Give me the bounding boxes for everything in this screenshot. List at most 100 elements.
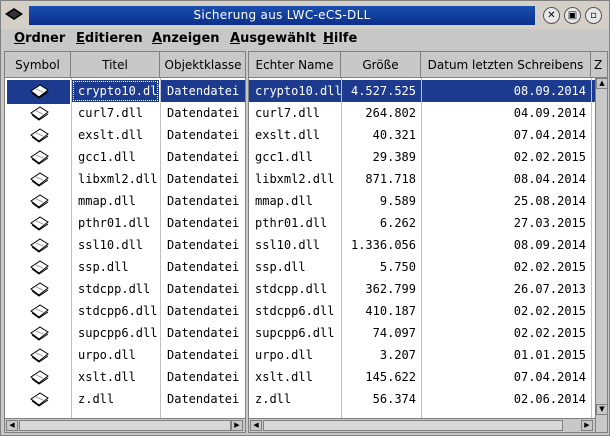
title-bar[interactable]: Sicherung aus LWC-eCS-DLL ✕ ▣ ▫ bbox=[1, 1, 609, 30]
menu-ausgewaehlt[interactable]: Ausgewählt bbox=[230, 31, 316, 46]
file-icon[interactable] bbox=[7, 300, 70, 324]
table-row[interactable]: pthr01.dll Datendatei bbox=[5, 212, 245, 234]
close-icon[interactable]: ✕ bbox=[543, 7, 560, 24]
file-title[interactable]: supcpp6.dll bbox=[72, 322, 159, 344]
table-row[interactable]: xslt.dll 145.622 07.04.2014 bbox=[249, 366, 595, 388]
file-real-name[interactable]: mmap.dll bbox=[249, 190, 341, 212]
file-title[interactable]: libxml2.dll bbox=[72, 168, 159, 190]
file-icon[interactable] bbox=[7, 234, 70, 258]
right-details-pane[interactable]: Echter Name Größe Datum letzten Schreibe… bbox=[248, 51, 608, 433]
table-row[interactable]: z.dll 56.374 02.06.2014 bbox=[249, 388, 595, 410]
file-icon[interactable] bbox=[7, 366, 70, 390]
left-details-pane[interactable]: Symbol Titel Objektklasse crypto10.dll Da… bbox=[4, 51, 246, 433]
file-title[interactable]: z.dll bbox=[72, 388, 159, 410]
table-row[interactable]: curl7.dll Datendatei bbox=[5, 102, 245, 124]
column-header-datum[interactable]: Datum letzten Schreibens bbox=[421, 52, 591, 78]
table-row[interactable]: stdcpp6.dll Datendatei bbox=[5, 300, 245, 322]
table-row[interactable]: stdcpp.dll 362.799 26.07.2013 bbox=[249, 278, 595, 300]
table-row[interactable]: ssp.dll 5.750 02.02.2015 bbox=[249, 256, 595, 278]
table-row[interactable]: pthr01.dll 6.262 27.03.2015 bbox=[249, 212, 595, 234]
file-title[interactable]: ssl10.dll bbox=[72, 234, 159, 256]
table-row[interactable]: stdcpp.dll Datendatei bbox=[5, 278, 245, 300]
file-real-name[interactable]: ssl10.dll bbox=[249, 234, 341, 256]
table-row[interactable]: urpo.dll Datendatei bbox=[5, 344, 245, 366]
file-real-name[interactable]: supcpp6.dll bbox=[249, 322, 341, 344]
file-title[interactable]: xslt.dll bbox=[72, 366, 159, 388]
file-icon[interactable] bbox=[7, 80, 70, 104]
table-row[interactable]: stdcpp6.dll 410.187 02.02.2015 bbox=[249, 300, 595, 322]
table-row[interactable]: curl7.dll 264.802 04.09.2014 bbox=[249, 102, 595, 124]
scrollbar-thumb[interactable] bbox=[263, 420, 563, 431]
column-header-z[interactable]: Z bbox=[591, 52, 607, 78]
menu-editieren[interactable]: Editieren bbox=[76, 31, 143, 46]
file-real-name[interactable]: urpo.dll bbox=[249, 344, 341, 366]
table-row[interactable]: xslt.dll Datendatei bbox=[5, 366, 245, 388]
table-row[interactable]: supcpp6.dll Datendatei bbox=[5, 322, 245, 344]
file-icon[interactable] bbox=[7, 344, 70, 368]
file-icon[interactable] bbox=[7, 146, 70, 170]
scroll-left-icon[interactable]: ◀ bbox=[6, 420, 18, 431]
file-real-name[interactable]: z.dll bbox=[249, 388, 341, 410]
scroll-right-icon[interactable]: ▶ bbox=[231, 420, 243, 431]
file-title[interactable]: mmap.dll bbox=[72, 190, 159, 212]
file-icon[interactable] bbox=[7, 388, 70, 412]
file-real-name[interactable]: stdcpp6.dll bbox=[249, 300, 341, 322]
scroll-down-icon[interactable]: ▼ bbox=[596, 404, 607, 415]
table-row[interactable]: crypto10.dll Datendatei bbox=[5, 80, 245, 104]
column-header-titel[interactable]: Titel bbox=[71, 52, 160, 78]
column-header-symbol[interactable]: Symbol bbox=[5, 52, 71, 78]
file-real-name[interactable]: curl7.dll bbox=[249, 102, 341, 124]
file-title[interactable]: stdcpp6.dll bbox=[72, 300, 159, 322]
maximize-icon[interactable]: ▣ bbox=[564, 7, 581, 24]
file-title[interactable]: urpo.dll bbox=[72, 344, 159, 366]
file-real-name[interactable]: exslt.dll bbox=[249, 124, 341, 146]
file-icon[interactable] bbox=[7, 256, 70, 280]
scroll-left-icon[interactable]: ◀ bbox=[250, 420, 262, 431]
column-header-objektklasse[interactable]: Objektklasse bbox=[160, 52, 245, 78]
table-row[interactable]: gcc1.dll Datendatei bbox=[5, 146, 245, 168]
scroll-right-icon[interactable]: ▶ bbox=[581, 420, 593, 431]
minimize-icon[interactable]: ▫ bbox=[585, 7, 602, 24]
menu-ordner[interactable]: Ordner bbox=[14, 31, 65, 46]
table-row[interactable]: crypto10.dll 4.527.525 08.09.2014 bbox=[249, 80, 595, 102]
menu-hilfe[interactable]: Hilfe bbox=[323, 31, 357, 46]
system-menu-icon[interactable] bbox=[3, 5, 25, 23]
file-real-name[interactable]: pthr01.dll bbox=[249, 212, 341, 234]
file-icon[interactable] bbox=[7, 278, 70, 302]
table-row[interactable]: z.dll Datendatei bbox=[5, 388, 245, 410]
file-real-name[interactable]: crypto10.dll bbox=[249, 80, 341, 102]
table-row[interactable]: mmap.dll Datendatei bbox=[5, 190, 245, 212]
menu-anzeigen[interactable]: Anzeigen bbox=[152, 31, 220, 46]
scroll-up-icon[interactable]: ▲ bbox=[596, 78, 607, 89]
file-title[interactable]: curl7.dll bbox=[72, 102, 159, 124]
file-real-name[interactable]: ssp.dll bbox=[249, 256, 341, 278]
left-horizontal-scrollbar[interactable]: ◀ ▶ bbox=[5, 418, 245, 432]
table-row[interactable]: ssl10.dll Datendatei bbox=[5, 234, 245, 256]
file-title[interactable]: exslt.dll bbox=[72, 124, 159, 146]
table-row[interactable]: libxml2.dll Datendatei bbox=[5, 168, 245, 190]
file-icon[interactable] bbox=[7, 190, 70, 214]
vertical-scrollbar[interactable]: ▲ ▼ bbox=[595, 78, 607, 432]
file-title[interactable]: crypto10.dll bbox=[72, 80, 159, 102]
file-real-name[interactable]: libxml2.dll bbox=[249, 168, 341, 190]
file-real-name[interactable]: xslt.dll bbox=[249, 366, 341, 388]
scrollbar-thumb[interactable] bbox=[19, 420, 231, 431]
file-title[interactable]: stdcpp.dll bbox=[72, 278, 159, 300]
table-row[interactable]: exslt.dll Datendatei bbox=[5, 124, 245, 146]
table-row[interactable]: ssl10.dll 1.336.056 08.09.2014 bbox=[249, 234, 595, 256]
column-header-echter-name[interactable]: Echter Name bbox=[249, 52, 341, 78]
file-icon[interactable] bbox=[7, 124, 70, 148]
file-title[interactable]: ssp.dll bbox=[72, 256, 159, 278]
file-title[interactable]: pthr01.dll bbox=[72, 212, 159, 234]
file-real-name[interactable]: stdcpp.dll bbox=[249, 278, 341, 300]
table-row[interactable]: ssp.dll Datendatei bbox=[5, 256, 245, 278]
table-row[interactable]: exslt.dll 40.321 07.04.2014 bbox=[249, 124, 595, 146]
table-row[interactable]: urpo.dll 3.207 01.01.2015 bbox=[249, 344, 595, 366]
table-row[interactable]: mmap.dll 9.589 25.08.2014 bbox=[249, 190, 595, 212]
table-row[interactable]: gcc1.dll 29.389 02.02.2015 bbox=[249, 146, 595, 168]
table-row[interactable]: supcpp6.dll 74.097 02.02.2015 bbox=[249, 322, 595, 344]
file-real-name[interactable]: gcc1.dll bbox=[249, 146, 341, 168]
file-icon[interactable] bbox=[7, 322, 70, 346]
file-icon[interactable] bbox=[7, 102, 70, 126]
right-horizontal-scrollbar[interactable]: ◀ ▶ bbox=[249, 418, 595, 432]
